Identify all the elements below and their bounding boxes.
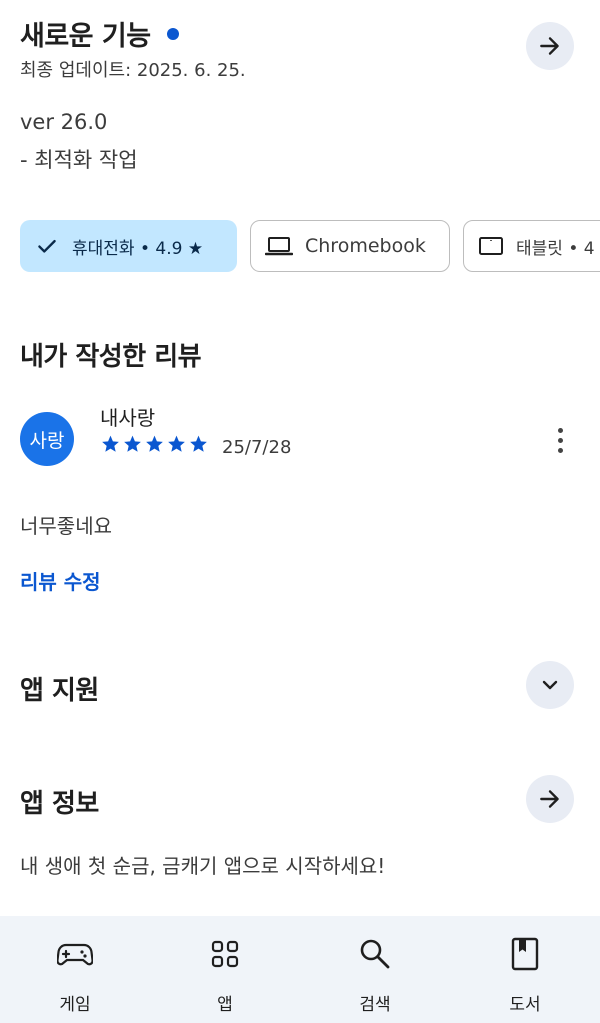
nav-label-apps: 앱 [217,995,233,1015]
star-icon [168,435,185,452]
bottom-navigation: 게임 앱 검색 도서 [0,916,600,1023]
nav-label-books: 도서 [509,995,541,1015]
chip-phone[interactable]: 휴대전화 • 4.9 ★ [20,220,237,272]
release-note-text: - 최적화 작업 [20,148,138,172]
chip-tablet-label: 태블릿 • 4 [516,238,595,259]
whats-new-heading: 새로운 기능 [20,14,179,53]
book-icon [507,936,543,972]
chevron-down-icon [542,680,558,690]
app-description: 내 생애 첫 순금, 금캐기 앱으로 시작하세요! [20,854,386,878]
app-info-arrow-button[interactable] [526,775,574,823]
chip-phone-label: 휴대전화 • 4.9 ★ [72,238,204,259]
app-support-expand-button[interactable] [526,661,574,709]
nav-label-search: 검색 [359,995,391,1015]
laptop-icon [265,237,293,256]
star-icon [124,435,141,452]
check-icon [38,239,56,253]
star-icon [190,435,207,452]
star-icon [102,435,119,452]
arrow-right-icon [540,790,559,808]
star-icon [146,435,163,452]
review-more-options-button[interactable] [548,420,572,460]
my-review-heading: 내가 작성한 리뷰 [20,342,202,372]
tablet-icon [479,237,503,255]
chip-chromebook[interactable]: Chromebook [250,220,450,272]
chip-chromebook-label: Chromebook [305,235,426,257]
version-text: ver 26.0 [20,110,108,134]
arrow-right-icon [540,37,559,55]
gamepad-icon [57,936,93,972]
avatar: 사랑 [20,412,74,466]
more-vert-icon-dot [557,437,563,443]
nav-item-games[interactable]: 게임 [0,916,150,1023]
search-icon [357,936,393,972]
apps-grid-icon [207,936,243,972]
reviewer-name: 내사랑 [100,406,156,430]
edit-review-link[interactable]: 리뷰 수정 [20,566,101,595]
review-date: 25/7/28 [222,437,292,458]
chip-tablet[interactable]: 태블릿 • 4 [463,220,600,272]
app-support-heading: 앱 지원 [20,676,99,706]
last-updated-text: 최종 업데이트: 2025. 6. 25. [20,60,246,81]
nav-item-search[interactable]: 검색 [300,916,450,1023]
nav-item-apps[interactable]: 앱 [150,916,300,1023]
review-text: 너무좋네요 [20,514,112,538]
app-info-heading: 앱 정보 [20,789,99,819]
nav-label-games: 게임 [59,995,91,1015]
whats-new-arrow-button[interactable] [526,22,574,70]
more-vert-icon-dot [557,447,563,453]
new-indicator-dot [166,27,179,40]
more-vert-icon [557,427,563,433]
star-rating [100,434,209,454]
nav-item-books[interactable]: 도서 [450,916,600,1023]
whats-new-title: 새로운 기능 [20,21,151,52]
